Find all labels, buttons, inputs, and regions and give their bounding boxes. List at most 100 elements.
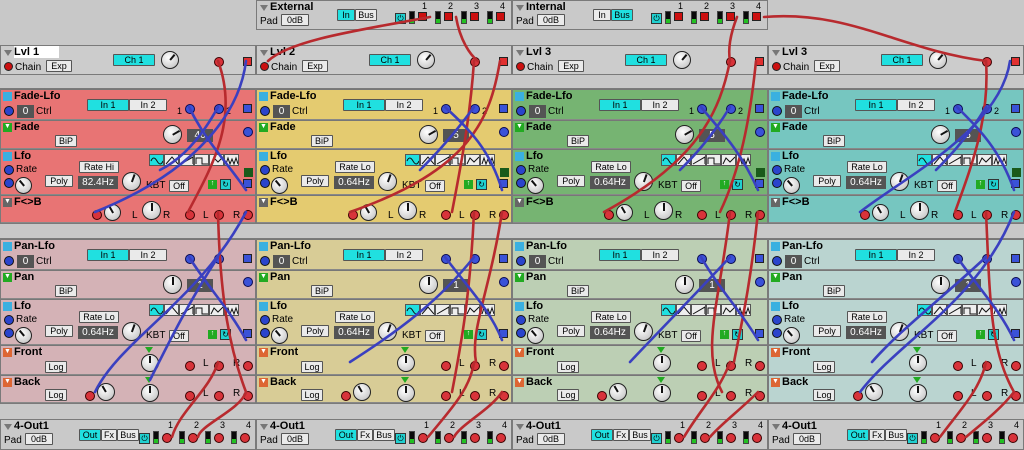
bip-button[interactable]: BiP	[823, 285, 845, 297]
output-jack[interactable]	[930, 433, 940, 443]
level-output-jack[interactable]	[499, 57, 508, 66]
arrow-up-icon[interactable]: ↑	[464, 330, 473, 339]
input-1-jack[interactable]	[953, 104, 963, 114]
power-icon[interactable]: ⏻	[395, 13, 406, 24]
arrow-up-icon[interactable]: ↑	[720, 180, 729, 189]
triangle-down-icon[interactable]: ▼	[259, 123, 268, 132]
power-icon[interactable]: ⏻	[651, 433, 662, 444]
output-jack[interactable]	[444, 433, 454, 443]
ctrl-select-icon[interactable]	[260, 106, 270, 116]
back-mod-jack[interactable]	[697, 391, 707, 401]
arrow-up-icon[interactable]: ↑	[464, 180, 473, 189]
out-button[interactable]: Out	[591, 429, 613, 441]
rate-select-icon[interactable]	[516, 165, 526, 175]
fb-mod-jack[interactable]	[185, 210, 195, 220]
rate-mode-button[interactable]: Rate Lo	[335, 161, 375, 173]
kbt-knob[interactable]	[122, 172, 141, 191]
pan-mod-jack[interactable]	[1011, 277, 1021, 287]
back-in-jack[interactable]	[853, 391, 863, 401]
rate-select-icon[interactable]	[516, 315, 526, 325]
level-input-jack[interactable]	[470, 57, 480, 67]
fb-mod-jack[interactable]	[441, 210, 451, 220]
pad-value-button[interactable]: 0dB	[281, 14, 309, 26]
front-r-jack[interactable]	[499, 361, 509, 371]
fx-button[interactable]: Fx	[101, 429, 117, 441]
output-jack[interactable]	[700, 433, 710, 443]
front-knob[interactable]	[909, 354, 927, 372]
triangle-down-icon[interactable]: ▼	[3, 123, 12, 132]
triangle-down-icon[interactable]	[4, 424, 12, 430]
pan-output-jack[interactable]	[1011, 254, 1020, 263]
lfo-output-jack[interactable]	[1011, 329, 1020, 338]
pan-mod-jack[interactable]	[243, 277, 253, 287]
front-r-jack[interactable]	[243, 361, 253, 371]
fade-knob[interactable]	[931, 125, 950, 144]
lfo-waveform-3-button[interactable]	[435, 304, 450, 316]
lfo-waveform-2-button[interactable]	[164, 304, 179, 316]
back-in-jack[interactable]	[341, 391, 351, 401]
cycle-icon[interactable]: ↻	[220, 179, 231, 190]
arrow-up-icon[interactable]: ↑	[976, 330, 985, 339]
front-knob[interactable]	[653, 354, 671, 372]
lfo-waveform-6-button[interactable]	[736, 304, 751, 316]
rate-select-icon[interactable]	[4, 315, 14, 325]
rate-mode-button[interactable]: Rate Lo	[847, 161, 887, 173]
pan-knob[interactable]	[675, 275, 694, 294]
lfo-waveform-1-button[interactable]	[661, 154, 676, 166]
fade-output-jack[interactable]	[755, 104, 764, 113]
pad-value-button[interactable]: 0dB	[537, 14, 565, 26]
pad-value-button[interactable]: 0dB	[793, 433, 821, 445]
in2-button[interactable]: In 2	[897, 249, 935, 261]
input-2-jack[interactable]	[982, 254, 992, 264]
cycle-icon[interactable]: ↻	[220, 329, 231, 340]
front-log-button[interactable]: Log	[557, 361, 579, 373]
rate-select-icon[interactable]	[772, 165, 782, 175]
record-dot-icon[interactable]	[418, 12, 427, 21]
fx-button[interactable]: Fx	[357, 429, 373, 441]
level-input-jack[interactable]	[726, 57, 736, 67]
triangle-down-icon[interactable]: ▼	[771, 378, 780, 387]
exp-button[interactable]: Exp	[46, 60, 72, 72]
square-icon[interactable]	[771, 152, 780, 161]
rate-mod-icon[interactable]	[772, 328, 782, 338]
back-in-jack[interactable]	[85, 391, 95, 401]
back-knob[interactable]	[397, 384, 415, 402]
input-1-jack[interactable]	[441, 104, 451, 114]
output-jack[interactable]	[188, 433, 198, 443]
out-r-jack[interactable]	[755, 210, 765, 220]
cycle-icon[interactable]: ↻	[476, 179, 487, 190]
cycle-icon[interactable]: ↻	[732, 329, 743, 340]
fb-input-jack[interactable]	[604, 210, 614, 220]
lfo-waveform-1-button[interactable]	[661, 304, 676, 316]
back-l-jack[interactable]	[726, 391, 736, 401]
out-button[interactable]: Out	[847, 429, 869, 441]
back-amount-knob[interactable]	[865, 383, 883, 401]
fade-output-jack[interactable]	[1011, 104, 1020, 113]
lfo-waveform-2-button[interactable]	[932, 154, 947, 166]
lfo-waveform-2-button[interactable]	[676, 154, 691, 166]
lfo-waveform-5-button[interactable]	[721, 304, 736, 316]
square-icon[interactable]	[771, 302, 780, 311]
triangle-down-icon[interactable]	[260, 50, 268, 56]
input-2-jack[interactable]	[214, 104, 224, 114]
ctrl-select-icon[interactable]	[516, 106, 526, 116]
in-button[interactable]: In	[337, 9, 355, 21]
front-log-button[interactable]: Log	[301, 361, 323, 373]
lfo-waveform-4-button[interactable]	[450, 304, 465, 316]
fade-knob[interactable]	[419, 125, 438, 144]
level-output-jack[interactable]	[243, 57, 252, 66]
in1-button[interactable]: In 1	[855, 99, 897, 111]
input-1-jack[interactable]	[185, 104, 195, 114]
lfo-waveform-2-button[interactable]	[164, 154, 179, 166]
level-knob[interactable]	[673, 51, 691, 69]
poly-button[interactable]: Poly	[301, 325, 329, 337]
triangle-down-icon[interactable]	[516, 5, 524, 11]
back-log-button[interactable]: Log	[557, 389, 579, 401]
lfo-waveform-2-button[interactable]	[420, 154, 435, 166]
in1-button[interactable]: In 1	[87, 249, 129, 261]
lfo-output-jack[interactable]	[499, 329, 508, 338]
output-jack[interactable]	[214, 433, 224, 443]
back-r-jack[interactable]	[499, 391, 509, 401]
in1-button[interactable]: In 1	[87, 99, 129, 111]
fb-input-jack[interactable]	[92, 210, 102, 220]
